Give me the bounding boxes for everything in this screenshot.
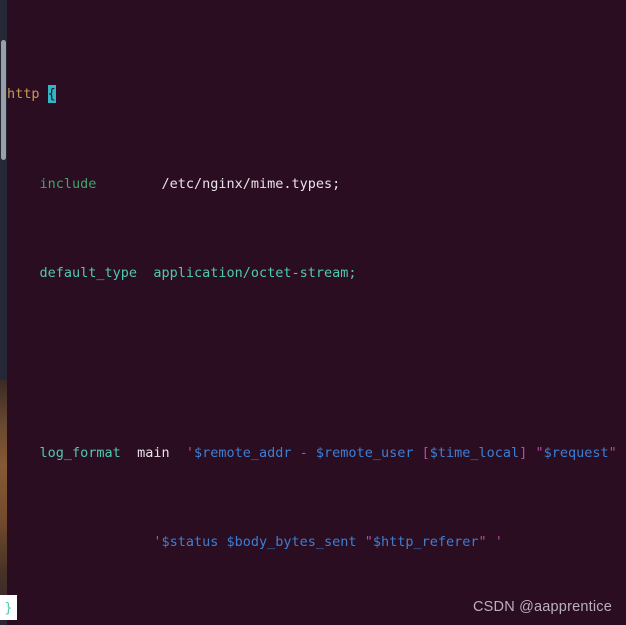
token-value-mime-types: /etc/nginx/mime.types; [161,175,341,192]
watermark-text: CSDN @aapprentice [472,599,612,615]
code-line-5: log_format main '$remote_addr - $remote_… [7,442,626,464]
token-quote: ' [185,444,194,461]
token-dquote: " [608,444,617,461]
cursor-highlight-open-brace: { [47,85,56,104]
code-line-2: include /etc/nginx/mime.types; [7,173,626,195]
token-var-remote-addr: $remote_addr [193,444,292,461]
token-directive-log-format: log_format [39,444,121,461]
token-var-body-bytes-sent: $body_bytes_sent [226,534,357,551]
vertical-scrollbar-thumb[interactable] [1,40,6,160]
token-directive-include: include [39,175,97,192]
token-var-time-local: $time_local [429,444,520,461]
cursor-highlight-close-brace: } [0,595,17,620]
code-line-1: http { [7,83,626,105]
token-var-remote-user: $remote_user [315,444,414,461]
code-line-3: default_type application/octet-stream; [7,262,626,284]
token-directive-default-type: default_type [39,265,138,282]
token-dquote: " [478,534,487,551]
code-content[interactable]: http { include /etc/nginx/mime.types; de… [7,0,626,625]
code-line-7: '"$http_user_agent" "$http_x_forwarded_f… [7,621,626,625]
token-var-http-referer: $http_referer [372,534,479,551]
token-dquote: " [364,534,373,551]
code-line-6: ' $status $body_bytes_sent "$http_referer… [7,531,626,553]
token-dash: - [291,444,316,461]
token-block-http: http [7,86,40,103]
code-editor[interactable]: http { include /etc/nginx/mime.types; de… [0,0,626,625]
token-var-status: $status [161,534,219,551]
token-value-octet-stream: application/octet-stream; [153,265,357,282]
token-dquote: " [535,444,544,461]
code-line-4-blank [7,352,626,374]
gutter-background-image [0,380,7,625]
token-quote: ' [494,534,503,551]
token-var-request: $request [543,444,609,461]
token-bracket-open: [ [421,444,430,461]
token-format-name: main [137,444,170,461]
